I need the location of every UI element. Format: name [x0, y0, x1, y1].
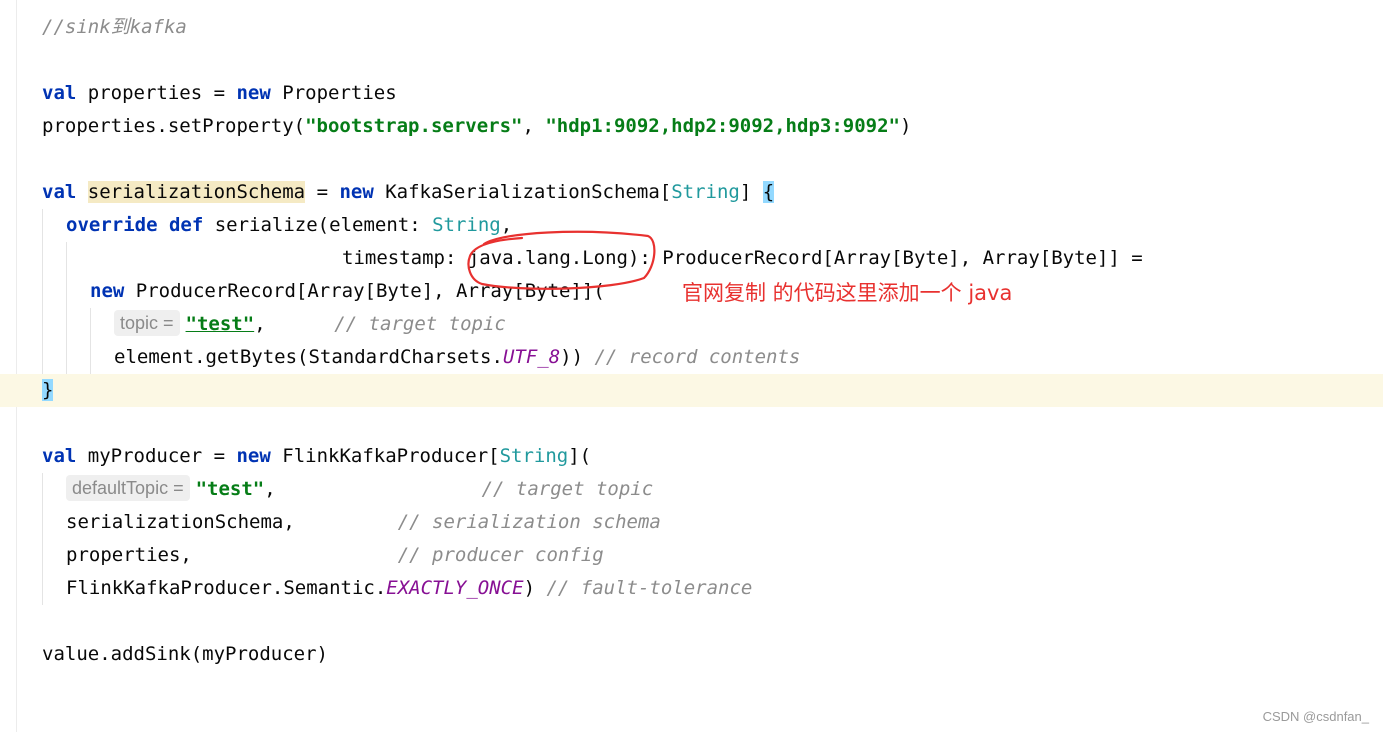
code-line-5[interactable]: override def serialize(element: String, — [66, 209, 512, 242]
gutter-divider — [16, 0, 17, 732]
code-text: value.addSink(myProducer) — [42, 643, 328, 665]
type-name: String — [671, 181, 740, 203]
current-line-highlight — [0, 374, 1383, 407]
code-text: = — [305, 181, 340, 203]
code-line-8[interactable]: topic = "test", // target topic — [114, 308, 506, 341]
keyword-new: new — [236, 82, 271, 104]
code-text: myProducer = — [76, 445, 237, 467]
code-text: KafkaSerializationSchema[ — [373, 181, 672, 203]
indent-guide — [42, 473, 43, 605]
constant: EXACTLY_ONCE — [386, 577, 524, 599]
code-text: properties.setProperty( — [42, 115, 306, 137]
code-line-14[interactable]: properties, // producer config — [66, 539, 604, 572]
code-text: ] — [739, 181, 763, 203]
code-text: FlinkKafkaProducer.Semantic. — [66, 577, 387, 599]
code-line-13[interactable]: serializationSchema, // serialization sc… — [66, 506, 661, 539]
red-annotation-text: 官网复制 的代码这里添加一个 java — [682, 281, 1013, 305]
keyword-new: new — [339, 181, 374, 203]
keyword-val: val — [42, 181, 77, 203]
comment: // producer config — [397, 544, 604, 566]
red-circle-annotation — [467, 230, 656, 290]
code-text: )) — [560, 346, 595, 368]
code-line-1[interactable]: //sink到kafka — [42, 11, 187, 44]
keyword-override: override — [66, 214, 158, 236]
code-text: ) — [523, 577, 547, 599]
code-line-11[interactable]: val myProducer = new FlinkKafkaProducer[… — [42, 440, 591, 473]
comment: // target topic — [481, 478, 654, 500]
code-text: properties, — [66, 544, 398, 566]
code-line-15[interactable]: FlinkKafkaProducer.Semantic.EXACTLY_ONCE… — [66, 572, 752, 605]
indent-guide — [66, 242, 67, 374]
code-text: properties = — [76, 82, 237, 104]
keyword-val: val — [42, 82, 77, 104]
code-text: element.getBytes(StandardCharsets. — [114, 346, 503, 368]
code-text: serializationSchema, — [66, 511, 398, 533]
constant: UTF_8 — [502, 346, 561, 368]
type-name: String — [499, 445, 569, 467]
code-line-12[interactable]: defaultTopic = "test", // target topic — [66, 473, 653, 506]
code-text: FlinkKafkaProducer[ — [270, 445, 500, 467]
code-line-3[interactable]: properties.setProperty("bootstrap.server… — [42, 110, 911, 143]
code-line-9[interactable]: element.getBytes(StandardCharsets.UTF_8)… — [114, 341, 800, 374]
comment: // fault-tolerance — [546, 577, 753, 599]
comment: // serialization schema — [397, 511, 661, 533]
code-text: , — [264, 478, 482, 500]
param-hint-topic: topic = — [114, 309, 180, 336]
param-hint-default-topic: defaultTopic = — [66, 474, 190, 501]
string-literal: "test" — [195, 478, 265, 500]
comment: // record contents — [594, 346, 801, 368]
string-literal: "hdp1:9092,hdp2:9092,hdp3:9092" — [545, 115, 900, 137]
code-line-16[interactable]: value.addSink(myProducer) — [42, 638, 328, 671]
keyword-new: new — [90, 280, 125, 302]
code-line-2[interactable]: val properties = new Properties — [42, 77, 397, 110]
indent-guide — [42, 209, 43, 374]
comment: //sink到kafka — [42, 16, 187, 38]
indent-guide — [90, 308, 91, 374]
code-text: serialize(element: — [203, 214, 433, 236]
keyword-new: new — [236, 445, 271, 467]
keyword-val: val — [42, 445, 77, 467]
code-text: ) — [899, 115, 912, 137]
highlighted-identifier[interactable]: serializationSchema — [87, 181, 306, 203]
matched-brace: } — [42, 379, 54, 401]
string-literal: "bootstrap.servers" — [305, 115, 523, 137]
matched-brace: { — [762, 181, 775, 203]
keyword-def: def — [168, 214, 204, 236]
code-text: Properties — [270, 82, 397, 104]
string-literal: "test" — [185, 313, 255, 335]
code-line-4[interactable]: val serializationSchema = new KafkaSeria… — [42, 176, 775, 209]
code-editor[interactable]: //sink到kafka val properties = new Proper… — [0, 0, 1383, 732]
code-line-10[interactable]: } — [42, 374, 54, 407]
code-text: ]( — [568, 445, 592, 467]
code-text: , — [254, 313, 335, 335]
code-text: , — [522, 115, 546, 137]
comment: // target topic — [334, 313, 506, 335]
watermark: CSDN @csdnfan_ — [1262, 709, 1369, 724]
